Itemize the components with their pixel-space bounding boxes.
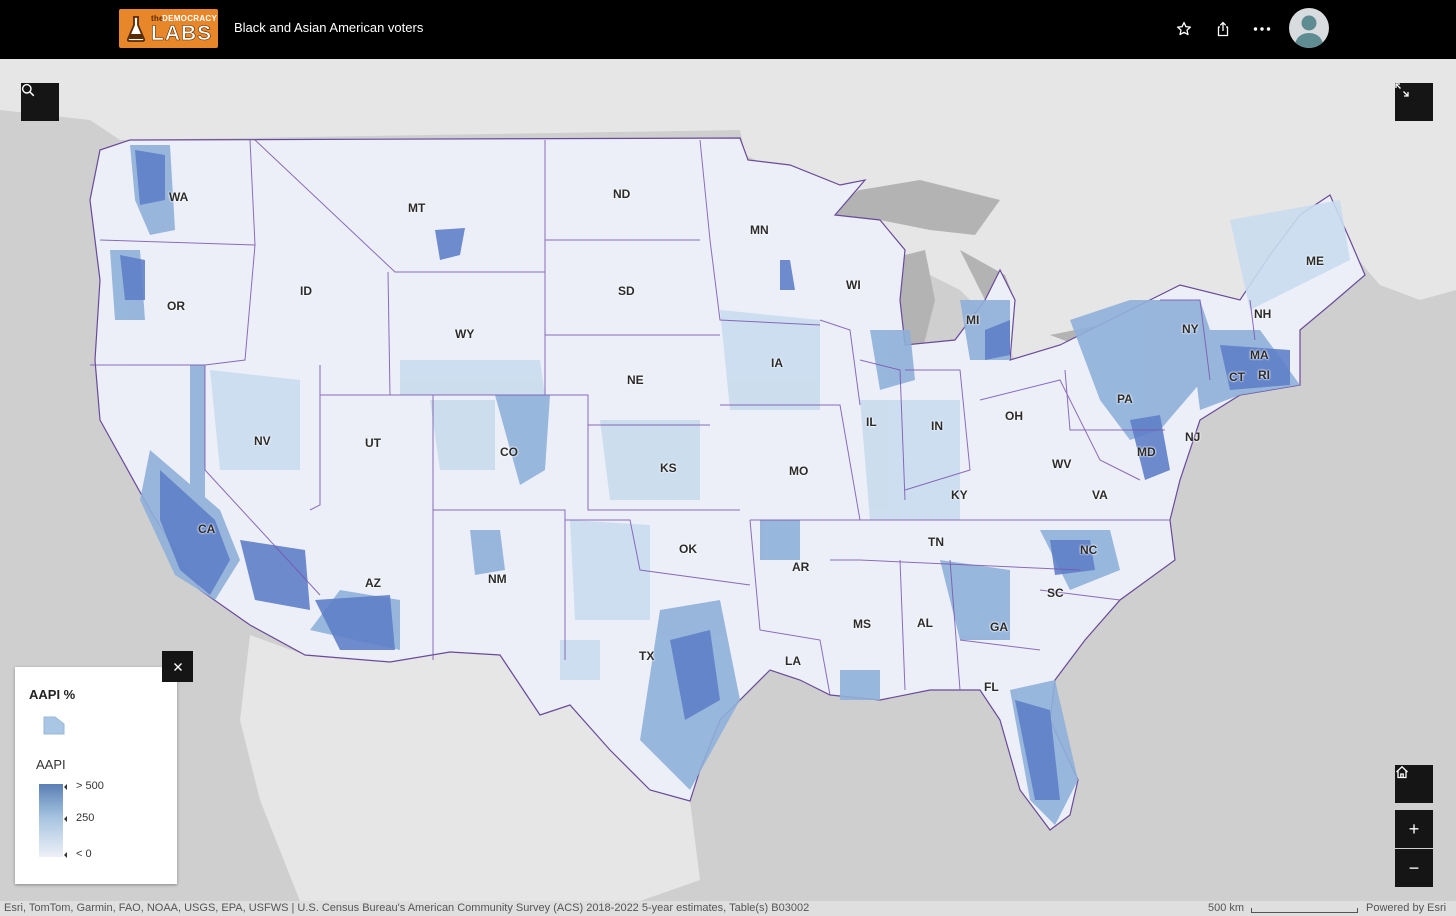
state-label-wv: WV xyxy=(1052,457,1072,471)
state-label-co: CO xyxy=(500,445,518,459)
state-label-ia: IA xyxy=(771,356,783,370)
state-label-md: MD xyxy=(1137,445,1156,459)
legend-field-title: AAPI xyxy=(36,757,66,772)
state-label-ct: CT xyxy=(1229,370,1245,384)
state-label-nd: ND xyxy=(613,187,631,201)
state-label-oh: OH xyxy=(1005,409,1023,423)
state-label-tx: TX xyxy=(639,649,655,663)
democracy-labs-logo[interactable]: the DEMOCRACY LABS xyxy=(119,9,218,48)
state-label-tn: TN xyxy=(928,535,944,549)
flask-icon xyxy=(126,16,146,42)
user-avatar-icon xyxy=(1294,15,1324,48)
state-label-ny: NY xyxy=(1182,322,1199,336)
state-label-ms: MS xyxy=(853,617,871,631)
app-header: the DEMOCRACY LABS Black and Asian Ameri… xyxy=(0,0,1456,59)
zoom-in-button[interactable]: + xyxy=(1395,810,1433,848)
state-label-ne: NE xyxy=(627,373,644,387)
state-label-al: AL xyxy=(917,616,933,630)
home-icon xyxy=(1396,765,1408,779)
state-label-wi: WI xyxy=(846,278,861,292)
state-label-mo: MO xyxy=(789,464,809,478)
close-icon xyxy=(173,662,182,671)
state-label-nh: NH xyxy=(1254,307,1272,321)
share-icon xyxy=(1217,21,1229,37)
legend-panel: AAPI % AAPI > 500 250 < 0 xyxy=(15,667,177,884)
map-view[interactable]: WA OR CA NV ID MT WY UT AZ CO NM ND SD N… xyxy=(0,59,1456,901)
favorite-button[interactable] xyxy=(1171,16,1197,42)
more-options-button[interactable] xyxy=(1249,16,1275,42)
attribution-text[interactable]: Esri, TomTom, Garmin, FAO, NOAA, USGS, E… xyxy=(4,902,809,914)
more-horizontal-icon xyxy=(1253,27,1271,31)
state-label-sc: SC xyxy=(1047,586,1064,600)
legend-label-low: < 0 xyxy=(64,848,92,860)
zoom-out-button[interactable]: − xyxy=(1395,849,1433,887)
legend-close-button[interactable] xyxy=(162,651,193,682)
state-label-sd: SD xyxy=(618,284,635,298)
state-label-ks: KS xyxy=(660,461,677,475)
state-label-az: AZ xyxy=(365,576,381,590)
search-icon xyxy=(21,83,35,97)
app-title: Black and Asian American voters xyxy=(234,20,424,35)
expand-icon xyxy=(1395,83,1409,97)
state-label-mt: MT xyxy=(408,201,426,215)
state-label-mn: MN xyxy=(750,223,769,237)
state-label-ma: MA xyxy=(1250,348,1269,362)
legend-polygon-swatch xyxy=(43,716,65,735)
state-label-ut: UT xyxy=(365,436,381,450)
state-label-me: ME xyxy=(1306,254,1324,268)
state-label-nj: NJ xyxy=(1185,430,1201,444)
state-label-wy: WY xyxy=(455,327,475,341)
state-label-nm: NM xyxy=(488,572,507,586)
state-label-nc: NC xyxy=(1080,543,1098,557)
state-label-or: OR xyxy=(167,299,185,313)
fullscreen-button[interactable] xyxy=(1395,83,1433,121)
legend-layer-title: AAPI % xyxy=(29,687,76,702)
star-icon xyxy=(1176,21,1192,36)
user-avatar[interactable] xyxy=(1289,8,1329,48)
state-label-id: ID xyxy=(300,284,312,298)
state-label-wa: WA xyxy=(169,190,189,204)
legend-label-high: > 500 xyxy=(64,780,104,792)
share-button[interactable] xyxy=(1210,16,1236,42)
state-label-ok: OK xyxy=(679,542,697,556)
basemap xyxy=(0,59,1456,901)
state-label-ga: GA xyxy=(990,620,1008,634)
attribution-bar: Esri, TomTom, Garmin, FAO, NOAA, USGS, E… xyxy=(0,901,1456,916)
state-label-mi: MI xyxy=(966,313,980,327)
state-label-ca: CA xyxy=(198,522,216,536)
legend-color-ramp xyxy=(39,784,63,857)
state-label-nv: NV xyxy=(254,434,271,448)
state-label-in: IN xyxy=(931,419,943,433)
state-label-ky: KY xyxy=(951,488,968,502)
legend-label-mid: 250 xyxy=(63,812,94,824)
state-label-ar: AR xyxy=(792,560,810,574)
state-label-fl: FL xyxy=(984,680,999,694)
state-label-la: LA xyxy=(785,654,801,668)
state-label-ri: RI xyxy=(1258,368,1270,382)
state-label-pa: PA xyxy=(1117,392,1133,406)
scale-bar xyxy=(1251,908,1358,913)
scale-label: 500 km xyxy=(1208,902,1245,914)
home-button[interactable] xyxy=(1395,765,1433,803)
state-label-va: VA xyxy=(1092,488,1108,502)
powered-by-esri[interactable]: Powered by Esri xyxy=(1366,902,1446,914)
search-button[interactable] xyxy=(21,83,59,121)
state-label-il: IL xyxy=(866,415,877,429)
logo-text-labs: LABS xyxy=(151,22,213,45)
